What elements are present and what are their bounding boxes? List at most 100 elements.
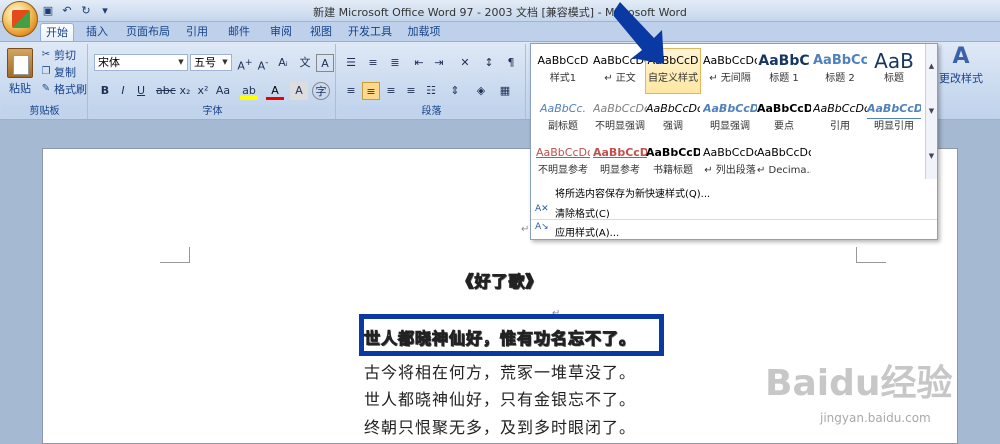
copy-button[interactable]: ❐ 复制 [40,64,76,80]
style-name: ↵ 正文 [604,73,636,84]
align-right-icon[interactable]: ≡ [382,82,400,100]
margin-mark [160,247,190,263]
highlight-icon[interactable]: ab [240,82,258,100]
shrink-font-icon[interactable]: A- [254,54,272,73]
clear-formatting-icon[interactable]: Aᵢ [274,54,292,72]
style-item[interactable]: AaBbCcDc ↵ Decima... [756,140,812,186]
gallery-scrollbar[interactable]: ▲ ▼ ▼ [925,44,937,179]
multilevel-list-icon[interactable]: ≣ [386,54,404,72]
subscript-icon[interactable]: x₂ [176,82,194,100]
style-item[interactable]: AaB 标题 [866,48,922,94]
char-border-icon[interactable]: A [316,54,334,72]
style-preview: AaBbCcDc [646,102,700,115]
cut-button[interactable]: ✂ 剪切 [40,47,76,63]
increase-indent-icon[interactable]: ⇥ [430,54,448,72]
italic-icon[interactable]: I [114,82,132,100]
redo-icon[interactable]: ↻ [78,3,94,18]
borders-icon[interactable]: ▦ [496,82,514,100]
style-item[interactable]: AaBbCcDc 不明显参考 [535,140,591,186]
quick-access-toolbar: ▣ ↶ ↻ ▾ [40,3,113,19]
style-item[interactable]: AaBbCcDc 要点 [756,96,812,142]
paste-button[interactable]: 粘贴 [4,48,36,96]
font-size-value: 五号 [194,56,216,69]
clipboard-group: 粘贴 ✂ 剪切 ❐ 复制 ✎ 格式刷 剪贴板 [2,44,88,119]
tab-view[interactable]: 视图 [306,23,336,42]
style-item[interactable]: AaBbCcDc 明显引用 [866,96,922,142]
style-name: 副标题 [548,121,578,132]
show-marks-icon[interactable]: ¶ [502,54,520,72]
scroll-up-icon[interactable]: ▲ [926,44,937,89]
paragraph-mark: ↵ [521,224,530,235]
tab-insert[interactable]: 插入 [82,23,112,42]
style-item[interactable]: AaBbCc. 副标题 [535,96,591,142]
apply-styles-item[interactable]: 应用样式(A)... [555,224,619,239]
tab-mailings[interactable]: 邮件 [224,23,254,42]
undo-icon[interactable]: ↶ [59,3,75,18]
bold-icon[interactable]: B [96,82,114,100]
style-item[interactable]: AaBbCcDc 引用 [812,96,868,142]
tab-review[interactable]: 审阅 [266,23,296,42]
quick-styles-gallery: AaBbCcD 样式1 AaBbCcDc ↵ 正文 AaBbCcD 自定义样式 AaB… [530,43,938,240]
style-name: 不明显强调 [595,121,645,132]
underline-icon[interactable]: U [132,82,150,100]
numbering-icon[interactable]: ≡ [364,54,382,72]
font-name-combo[interactable]: 宋体 ▼ [94,54,188,71]
paragraph-group: ☰ ≡ ≣ ⇤ ⇥ ✕ ↕ ¶ ≡ ≡ ≡ ≡ ☷ ⇕ ◈ ▦ 段落 [338,44,526,119]
office-button[interactable] [2,1,38,37]
justify-icon[interactable]: ≡ [402,82,420,100]
strikethrough-icon[interactable]: abc [156,82,176,100]
clear-format-icon: A✕ [535,204,549,214]
line-spacing-icon[interactable]: ⇕ [446,82,464,100]
save-icon[interactable]: ▣ [40,3,56,18]
style-preview: AaBbCcDc [813,102,867,115]
style-item[interactable]: AaBbCcDc 不明显强调 [592,96,648,142]
style-item[interactable]: AaBbCcDc 书籍标题 [645,140,701,186]
style-item[interactable]: AaBbCcDc 明显强调 [702,96,758,142]
tab-home[interactable]: 开始 [40,23,74,42]
align-center-icon[interactable]: ≡ [362,82,380,100]
ribbon-tabs: 开始 插入 页面布局 引用 邮件 审阅 视图 开发工具 加载项 [0,22,1000,42]
phonetic-icon[interactable]: 文 [296,54,314,72]
tab-references[interactable]: 引用 [182,23,212,42]
customize-icon[interactable]: ▾ [97,3,113,18]
clear-formatting-item[interactable]: 清除格式(C) [555,205,610,220]
style-item[interactable]: AaBbCc 标题 2 [812,48,868,94]
distributed-icon[interactable]: ☷ [422,82,440,100]
style-item[interactable]: AaBbCcD 样式1 [535,48,591,94]
sort-icon[interactable]: ↕ [480,54,498,72]
align-left-icon[interactable]: ≡ [342,82,360,100]
style-name: 引用 [830,121,850,132]
title-bar: 新建 Microsoft Office Word 97 - 2003 文档 [兼… [0,0,1000,22]
bullets-icon[interactable]: ☰ [342,54,360,72]
style-name: 标题 2 [825,73,855,84]
paste-icon [7,48,33,78]
style-preview: AaBbCc. [539,102,587,115]
style-item[interactable]: AaBbCcDc 强调 [645,96,701,142]
chevron-down-icon: ▼ [222,58,228,66]
more-icon[interactable]: ▼ [926,134,937,179]
superscript-icon[interactable]: x² [194,82,212,100]
style-item[interactable]: AaBbC 标题 1 [756,48,812,94]
change-styles-button[interactable]: A 更改样式 [938,44,984,104]
format-painter-button[interactable]: ✎ 格式刷 [40,81,87,97]
change-case-icon[interactable]: Aa [214,82,232,100]
shading-icon[interactable]: ◈ [472,82,490,100]
tab-page-layout[interactable]: 页面布局 [124,23,172,42]
save-quick-style-item[interactable]: 将所选内容保存为新快速样式(Q)... [555,185,710,200]
style-preview: AaBbCcDc [703,146,757,159]
enclose-char-icon[interactable]: 字 [312,82,330,100]
grow-font-icon[interactable]: A+ [236,54,254,73]
clipboard-group-label: 剪贴板 [2,105,87,119]
style-name: ↵ 无间隔 [709,73,751,84]
scroll-down-icon[interactable]: ▼ [926,89,937,134]
font-color-icon[interactable]: A [266,82,284,100]
style-item[interactable]: AaBbCcDc ↵ 无间隔 [702,48,758,94]
chinese-layout-icon[interactable]: ✕ [456,54,474,72]
style-item[interactable]: AaBbCcDc 明显参考 [592,140,648,186]
style-item[interactable]: AaBbCcDc ↵ 列出段落 [702,140,758,186]
decrease-indent-icon[interactable]: ⇤ [410,54,428,72]
tab-developer[interactable]: 开发工具 [346,23,394,42]
font-size-combo[interactable]: 五号 ▼ [190,54,232,71]
char-shading-icon[interactable]: A [290,82,308,100]
tab-addins[interactable]: 加载项 [404,23,444,42]
